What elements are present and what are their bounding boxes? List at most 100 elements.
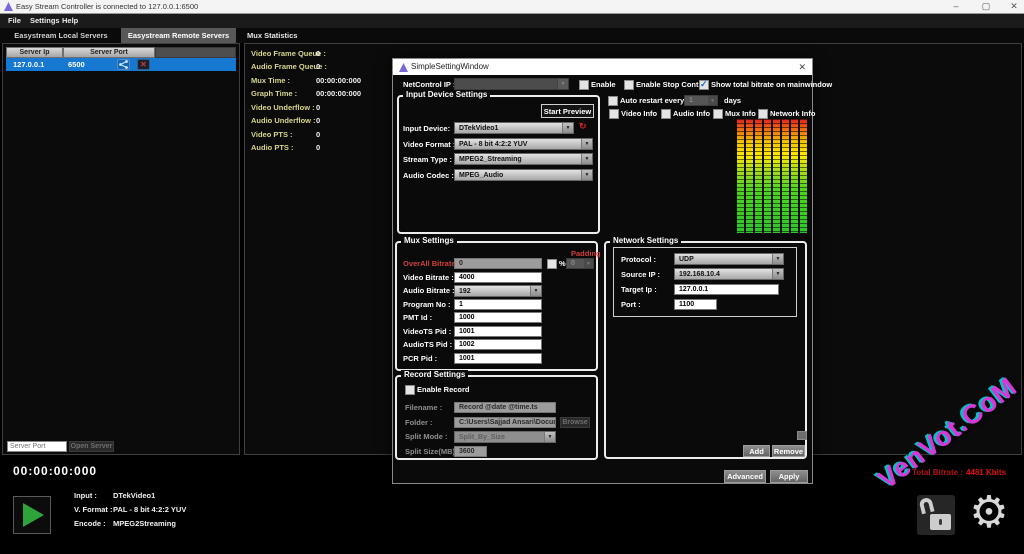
close-icon[interactable]: ✕ <box>1006 0 1022 13</box>
audio-info-label: Audio Info <box>673 109 710 118</box>
input-device-combo[interactable]: DTekVideo1 <box>454 122 574 134</box>
start-preview-button[interactable]: Start Preview <box>541 104 594 118</box>
apply-button[interactable]: Apply <box>770 470 808 483</box>
pmt-id-field[interactable]: 1000 <box>454 312 542 323</box>
refresh-device-icon[interactable]: ↻ <box>579 121 587 132</box>
delete-server-button[interactable]: ✕ <box>137 59 150 70</box>
stream-type-combo[interactable]: MPEG2_Streaming <box>454 153 593 165</box>
audio-info-checkbox[interactable] <box>661 109 671 119</box>
mux-info-checkbox[interactable] <box>713 109 723 119</box>
browse-button[interactable]: Browse <box>560 417 590 428</box>
remove-target-button[interactable]: Remove <box>772 445 805 457</box>
vu-meter-bar <box>800 119 807 233</box>
auto-restart-checkbox[interactable] <box>608 96 618 106</box>
filename-field[interactable]: Record @date @time.ts <box>454 402 556 413</box>
play-icon <box>23 503 44 527</box>
minimize-icon[interactable]: – <box>948 0 964 13</box>
add-target-button[interactable]: Add <box>743 445 770 457</box>
stat-label: Video PTS : <box>251 130 293 139</box>
protocol-label: Protocol : <box>621 255 656 264</box>
unlock-button[interactable] <box>917 495 955 535</box>
vu-meter-bar <box>755 119 762 233</box>
audiots-pid-field[interactable]: 1002 <box>454 339 542 350</box>
share-server-button[interactable] <box>117 59 130 70</box>
stat-value: 00:00:00:000 <box>316 76 361 85</box>
server-list-panel: Server Ip Server Port 127.0.0.1 6500 ✕ O… <box>2 43 240 455</box>
source-ip-label: Source IP : <box>621 270 660 279</box>
stat-label: Audio Underflow : <box>251 116 316 125</box>
play-button[interactable] <box>13 496 51 534</box>
video-info-checkbox[interactable] <box>609 109 619 119</box>
info-value: PAL - 8 bit 4:2:2 YUV <box>113 505 186 514</box>
stat-value: 0 <box>316 116 320 125</box>
network-info-checkbox[interactable] <box>758 109 768 119</box>
stat-value: 0 <box>316 103 320 112</box>
dialog-close-icon[interactable]: ✕ <box>798 59 806 75</box>
enable-record-checkbox[interactable] <box>405 385 415 395</box>
auto-restart-days-spinner[interactable]: 1 <box>684 95 718 106</box>
split-mode-combo[interactable]: Split_By_Size <box>454 431 556 443</box>
settings-gear-button[interactable]: ⚙ <box>966 490 1012 536</box>
padding-label: Padding <box>571 249 601 258</box>
tab-remote-servers[interactable]: Easystream Remote Servers <box>121 28 236 43</box>
padding-percent-checkbox[interactable] <box>547 259 557 269</box>
folder-field[interactable]: C:\Users\Sajjad Ansari\Documen <box>454 417 556 428</box>
enable-checkbox[interactable] <box>579 80 589 90</box>
video-bitrate-label: Video Bitrate : <box>403 273 454 282</box>
server-row[interactable]: 127.0.0.1 6500 ✕ <box>6 58 236 71</box>
dialog-app-icon <box>399 63 408 72</box>
port-field[interactable]: 1100 <box>674 299 717 310</box>
auto-restart-label: Auto restart every <box>620 96 684 105</box>
column-header-server-ip[interactable]: Server Ip <box>6 47 63 58</box>
info-label: V. Format : <box>74 505 112 514</box>
enable-label: Enable <box>591 80 616 89</box>
program-no-label: Program No : <box>403 300 451 309</box>
pcr-pid-field[interactable]: 1001 <box>454 353 542 364</box>
info-label: Encode : <box>74 519 106 528</box>
vu-meter-bar <box>746 119 753 233</box>
record-settings-title: Record Settings <box>401 370 468 380</box>
advanced-button[interactable]: Advanced <box>724 470 766 483</box>
maximize-icon[interactable]: ▢ <box>978 0 994 13</box>
tab-local-servers[interactable]: Easystream Local Servers <box>2 28 120 43</box>
show-total-bitrate-checkbox[interactable] <box>699 80 709 90</box>
target-ip-label: Target Ip : <box>621 285 657 294</box>
source-ip-combo[interactable]: 192.168.10.4 <box>674 268 784 280</box>
mux-settings-title: Mux Settings <box>401 236 457 246</box>
overall-bitrate-field[interactable]: 0 <box>454 258 542 269</box>
window-title: Easy Stream Controller is connected to 1… <box>16 0 198 13</box>
column-header-server-port[interactable]: Server Port <box>63 47 155 58</box>
dialog-titlebar: SimpleSettingWindow ✕ <box>393 59 812 75</box>
network-info-label: Network Info <box>770 109 815 118</box>
mux-info-label: Mux Info <box>725 109 756 118</box>
padding-spinner[interactable]: 0 <box>566 258 594 269</box>
menu-settings[interactable]: Settings <box>30 14 60 28</box>
show-total-bitrate-label: Show total bitrate on mainwindow <box>711 80 832 89</box>
menu-file[interactable]: File <box>8 14 21 28</box>
vu-meter-bar <box>791 119 798 233</box>
split-size-field[interactable]: 3600 <box>454 446 487 457</box>
video-format-combo[interactable]: PAL - 8 bit 4:2:2 YUV <box>454 138 593 150</box>
netcontrol-ip-combo[interactable] <box>454 78 569 90</box>
stat-value: 0 <box>316 130 320 139</box>
stat-label: Graph Time : <box>251 89 297 98</box>
audio-codec-combo[interactable]: MPEG_Audio <box>454 169 593 181</box>
protocol-combo[interactable]: UDP <box>674 253 784 265</box>
percent-label: % <box>559 259 566 268</box>
enable-stop-control-checkbox[interactable] <box>624 80 634 90</box>
open-server-button[interactable]: Open Server <box>69 441 114 452</box>
target-ip-field[interactable]: 127.0.0.1 <box>674 284 779 295</box>
audio-bitrate-combo[interactable]: 192 <box>454 285 542 297</box>
server-port-input[interactable] <box>7 441 67 452</box>
enable-stop-control-label: Enable Stop Control <box>636 80 708 89</box>
videots-pid-field[interactable]: 1001 <box>454 326 542 337</box>
split-mode-label: Split Mode : <box>405 432 448 441</box>
grip-icon <box>797 431 807 440</box>
share-icon <box>119 60 128 69</box>
menu-help[interactable]: Help <box>62 14 78 28</box>
netcontrol-ip-label: NetControl IP : <box>403 80 455 89</box>
dialog-title: SimpleSettingWindow <box>411 59 489 75</box>
program-no-field[interactable]: 1 <box>454 299 542 310</box>
videots-pid-label: VideoTS Pid : <box>403 327 451 336</box>
video-bitrate-field[interactable]: 4000 <box>454 272 542 283</box>
